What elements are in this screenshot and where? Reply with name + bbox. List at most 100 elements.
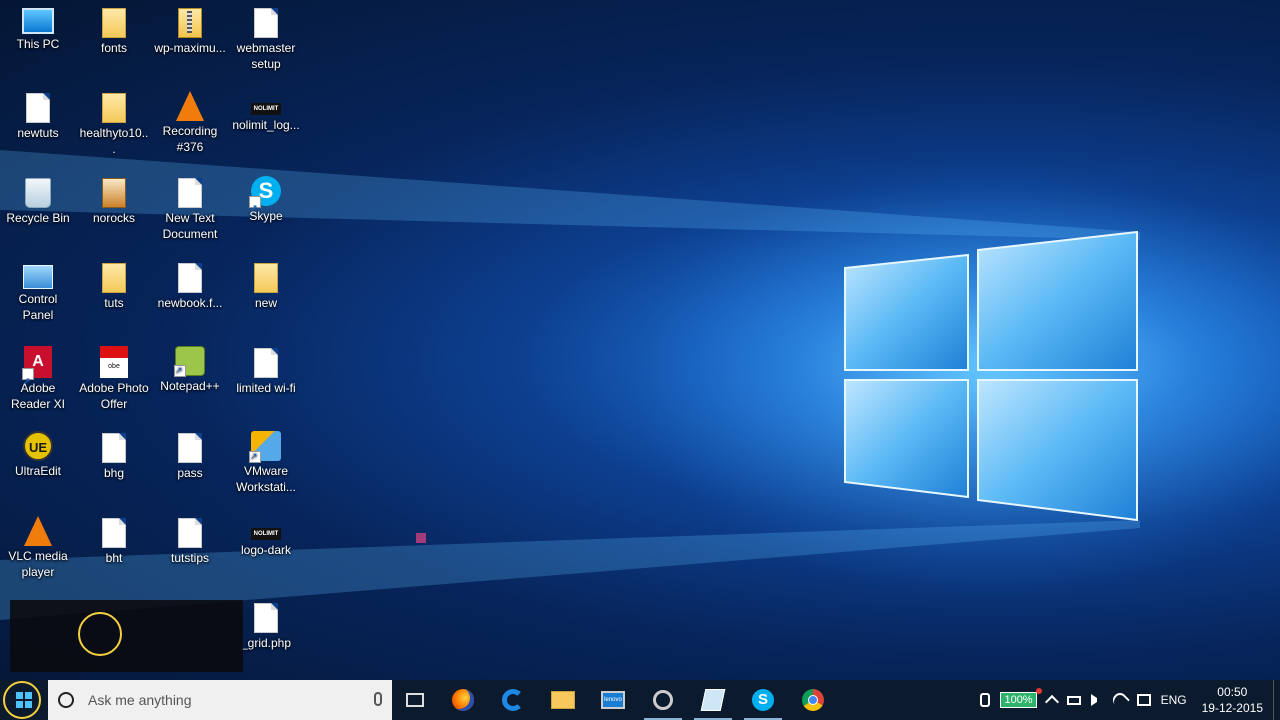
desktop-icon-this-pc[interactable]: This PC <box>0 0 76 84</box>
desktop-icon-notepad-plus-plus[interactable]: Notepad++ <box>152 340 228 424</box>
taskbar-app-edge[interactable] <box>488 680 538 720</box>
adobe-reader-icon: A <box>22 346 52 397</box>
desktop-icon-fonts[interactable]: fonts <box>76 0 152 84</box>
taskbar-app-firefox[interactable] <box>438 680 488 720</box>
document-icon <box>178 518 202 548</box>
desktop-icon-tuts[interactable]: tuts <box>76 255 152 339</box>
desktop-icon-newtuts[interactable]: newtuts <box>0 85 76 169</box>
power-plug-icon <box>980 693 991 707</box>
computer-icon <box>22 8 54 34</box>
desktop-icon-vlc[interactable]: VLC media player <box>0 510 76 594</box>
desktop-icon-limited-wifi[interactable]: limited wi-fi <box>228 340 304 424</box>
desktop-icon-ultraedit[interactable]: UE UltraEdit <box>0 425 76 509</box>
task-view-button[interactable] <box>392 680 438 720</box>
desktop-icon-skype[interactable]: SSkype <box>228 170 304 254</box>
desktop-icon-recycle-bin[interactable]: Recycle Bin <box>0 170 76 254</box>
desktop-icon-bht[interactable]: bht <box>76 510 152 594</box>
taskbar-app-notes[interactable] <box>688 680 738 720</box>
desktop-icon-new[interactable]: new <box>228 255 304 339</box>
desktop-icon-logo-dark[interactable]: NOLIMIT logo-dark <box>228 510 304 594</box>
firefox-icon <box>452 689 474 711</box>
network-button[interactable] <box>1108 680 1132 720</box>
action-center-button[interactable] <box>1132 680 1156 720</box>
desktop-icon-bhg[interactable]: bhg <box>76 425 152 509</box>
ultraedit-icon: UE <box>23 431 53 461</box>
clock[interactable]: 00:50 19-12-2015 <box>1192 684 1273 716</box>
clock-time: 00:50 <box>1217 685 1248 699</box>
show-desktop-button[interactable] <box>1273 680 1280 720</box>
folder-icon <box>102 263 126 293</box>
system-tray: 100% ENG 00:50 19-12-2015 <box>975 680 1280 720</box>
document-icon <box>254 603 278 633</box>
cursor-highlight-ring <box>3 681 41 719</box>
microphone-icon[interactable] <box>374 692 382 706</box>
text-document-icon <box>178 178 202 208</box>
desktop-icon-newbook[interactable]: newbook.f... <box>152 255 228 339</box>
document-icon <box>102 518 126 548</box>
cortana-icon <box>58 692 74 708</box>
battery-indicator[interactable]: 100% <box>995 680 1042 720</box>
desktop-icon-adobe-photo-offer[interactable]: obe Adobe Photo Offer <box>76 340 152 424</box>
folder-icon <box>254 263 278 293</box>
lenovo-monitor-icon: lenovo <box>601 691 625 709</box>
zip-archive-icon <box>178 8 202 38</box>
desktop-icon-nolimit-logo[interactable]: NOLIMIT nolimit_log... <box>228 85 304 169</box>
power-status-button[interactable] <box>1062 680 1086 720</box>
folder-icon <box>102 8 126 38</box>
control-panel-icon <box>23 265 53 289</box>
desktop-icon-webmaster-setup[interactable]: webmaster setup <box>228 0 304 84</box>
desktop-icon-wp-maximum[interactable]: wp-maximu... <box>152 0 228 84</box>
task-view-icon <box>406 693 424 707</box>
folder-icon <box>551 691 575 709</box>
document-icon <box>178 433 202 463</box>
document-icon <box>102 433 126 463</box>
vlc-cone-icon <box>24 516 52 546</box>
adobe-offer-icon: obe <box>100 346 128 378</box>
taskbar-app-file-explorer[interactable] <box>538 680 588 720</box>
nolimit-logo-icon: NOLIMIT <box>251 103 281 115</box>
shortcut-arrow-icon <box>22 365 34 397</box>
wifi-icon <box>1109 690 1130 710</box>
start-button[interactable] <box>0 680 48 720</box>
language-button[interactable]: ENG <box>1156 680 1192 720</box>
battery-icon <box>1066 695 1081 705</box>
vlc-cone-icon <box>176 91 204 121</box>
shortcut-arrow-icon <box>249 448 261 464</box>
shortcut-arrow-icon <box>174 362 186 378</box>
taskbar-app-snipping-tool[interactable] <box>638 680 688 720</box>
taskbar-app-skype[interactable]: S <box>738 680 788 720</box>
desktop-artifact <box>416 533 426 543</box>
desktop-icon-healthyto10[interactable]: healthyto10... <box>76 85 152 169</box>
desktop-icon-vmware[interactable]: VMware Workstati... <box>228 425 304 509</box>
search-input[interactable]: Ask me anything <box>48 680 392 720</box>
desktop-icon-recording-376[interactable]: Recording #376 <box>152 85 228 169</box>
search-placeholder: Ask me anything <box>88 692 192 708</box>
desktop-icon-new-text-document[interactable]: New Text Document <box>152 170 228 254</box>
taskbar-app-chrome[interactable] <box>788 680 838 720</box>
show-hidden-icons-button[interactable] <box>1042 680 1062 720</box>
skype-icon: S <box>752 689 774 711</box>
desktop-icon-tutstips[interactable]: tutstips <box>152 510 228 594</box>
desktop-icon-pass[interactable]: pass <box>152 425 228 509</box>
folder-icon <box>102 93 126 123</box>
edge-icon <box>502 689 524 711</box>
volume-button[interactable] <box>1086 680 1108 720</box>
taskbar-app-lenovo[interactable]: lenovo <box>588 680 638 720</box>
desktop-icon-control-panel[interactable]: Control Panel <box>0 255 76 339</box>
notes-icon <box>700 689 726 711</box>
image-file-icon <box>102 178 126 208</box>
cursor-highlight-ring <box>78 612 122 656</box>
action-center-icon <box>1136 694 1151 706</box>
clock-date: 19-12-2015 <box>1201 701 1263 715</box>
desktop-icon-norocks[interactable]: norocks <box>76 170 152 254</box>
obscured-region <box>10 600 243 672</box>
chrome-icon <box>802 689 824 711</box>
desktop-icon-adobe-reader[interactable]: AAdobe Reader XI <box>0 340 76 424</box>
notepad-plus-plus-icon <box>174 346 205 378</box>
snipping-tool-icon <box>653 690 673 710</box>
document-icon <box>254 8 278 38</box>
chevron-up-icon <box>1044 694 1059 710</box>
vmware-icon <box>249 431 281 464</box>
power-plug-button[interactable] <box>975 680 995 720</box>
document-icon <box>26 93 50 123</box>
